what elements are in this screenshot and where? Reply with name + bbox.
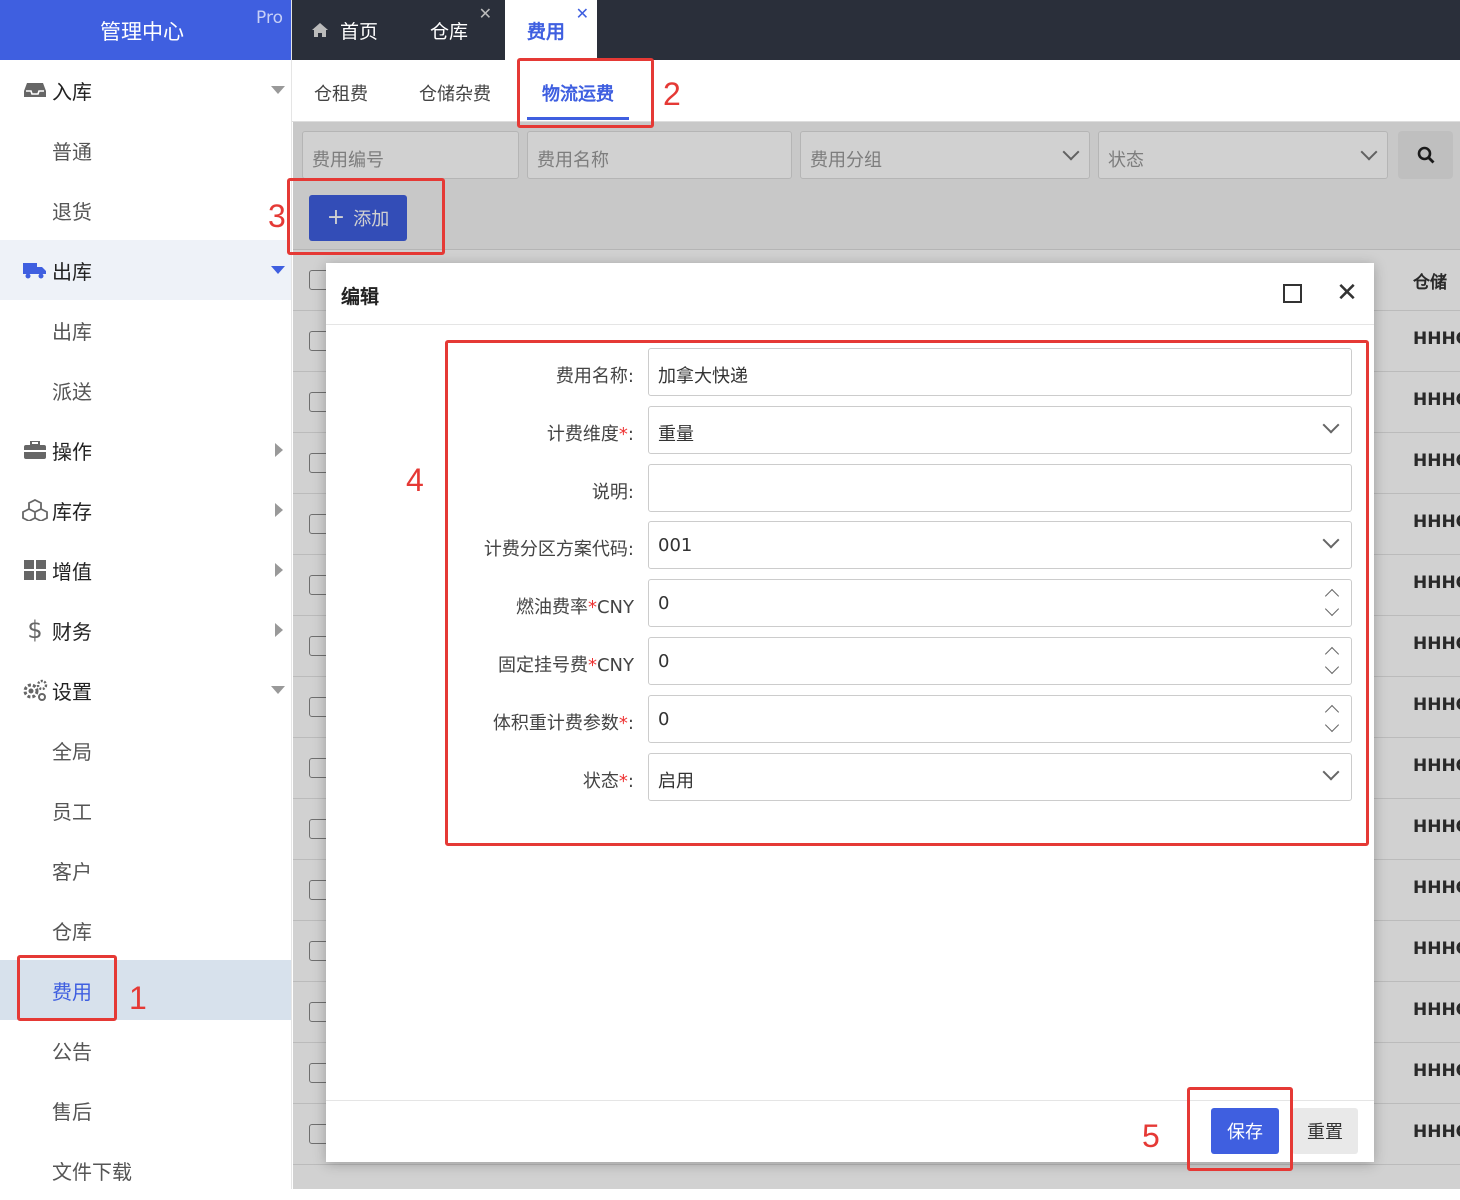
nav-group-operation[interactable]: 操作 [0,420,291,480]
nav-item-after-sales[interactable]: 售后 [0,1080,291,1140]
chevron-down-icon [271,266,285,274]
inbox-icon [22,79,48,101]
subtab-storage-misc[interactable]: 仓储杂费 [419,80,491,106]
close-icon[interactable]: ✕ [479,4,492,23]
nav-item-return[interactable]: 退货 [0,180,291,240]
close-icon[interactable]: ✕ [576,4,589,23]
tab-label: 仓库 [430,20,469,43]
brand-title: 管理中心 [100,20,184,44]
annotation-box-4 [445,340,1369,846]
nav-group-inventory[interactable]: 库存 [0,480,291,540]
nav-group-finance[interactable]: $ 财务 [0,600,291,660]
brand-header: 管理中心 Pro [0,0,291,60]
nav-item-notice[interactable]: 公告 [0,1020,291,1080]
nav-group-value-added[interactable]: 增值 [0,540,291,600]
chevron-right-icon [275,623,283,637]
nav-item-file-download[interactable]: 文件下载 [0,1140,291,1200]
nav-item-staff[interactable]: 员工 [0,780,291,840]
nav-group-label: 操作 [52,439,92,464]
annotation-number-5: 5 [1142,1118,1160,1154]
nav-group-label: 增值 [52,559,92,584]
grid-icon [22,559,48,581]
annotation-box-3 [287,178,445,255]
dialog-header: 编辑 ✕ [326,263,1374,325]
annotation-box-5 [1187,1087,1293,1171]
tab-fees[interactable]: 费用 ✕ [505,0,597,60]
nav-item-outbound[interactable]: 出库 [0,300,291,360]
annotation-box-1 [17,955,117,1021]
nav-group-outbound[interactable]: 出库 [0,240,291,300]
nav-group-label: 财务 [52,619,92,644]
brand-badge: Pro [256,8,283,28]
annotation-number-1: 1 [129,980,147,1016]
reset-button[interactable]: 重置 [1292,1108,1358,1154]
dollar-icon: $ [27,616,43,644]
nav-group-inbound[interactable]: 入库 [0,60,291,120]
close-icon[interactable]: ✕ [1336,280,1358,306]
chevron-right-icon [275,563,283,577]
maximize-icon[interactable] [1283,284,1302,303]
gears-icon [22,679,48,701]
briefcase-icon [22,439,48,461]
nav-item-normal[interactable]: 普通 [0,120,291,180]
sub-tab-bar: 仓租费 仓储杂费 物流运费 [292,60,1460,122]
chevron-down-icon [271,686,285,694]
nav-item-warehouse[interactable]: 仓库 [0,900,291,960]
home-icon [312,23,328,37]
truck-icon [22,259,48,281]
nav-item-delivery[interactable]: 派送 [0,360,291,420]
annotation-number-4: 4 [406,462,424,498]
nav-group-label: 设置 [52,679,92,704]
tab-home[interactable]: 首页 [312,0,402,60]
top-tab-bar: 首页 仓库 ✕ 费用 ✕ [292,0,1460,60]
nav-item-global[interactable]: 全局 [0,720,291,780]
chevron-down-icon [271,86,285,94]
tab-label: 费用 [527,20,566,43]
cubes-icon [22,499,48,521]
nav-group-settings[interactable]: 设置 [0,660,291,720]
annotation-box-2 [517,58,654,128]
tab-warehouse[interactable]: 仓库 ✕ [410,0,500,60]
nav-item-customer[interactable]: 客户 [0,840,291,900]
chevron-right-icon [275,443,283,457]
nav-group-label: 库存 [52,499,92,524]
dialog-title: 编辑 [341,286,380,308]
tab-label: 首页 [340,20,379,43]
nav-group-label: 入库 [52,79,92,104]
nav-group-label: 出库 [52,259,92,284]
annotation-number-3: 3 [268,198,286,234]
subtab-storage-rent[interactable]: 仓租费 [314,80,368,106]
annotation-number-2: 2 [663,76,681,112]
chevron-right-icon [275,503,283,517]
